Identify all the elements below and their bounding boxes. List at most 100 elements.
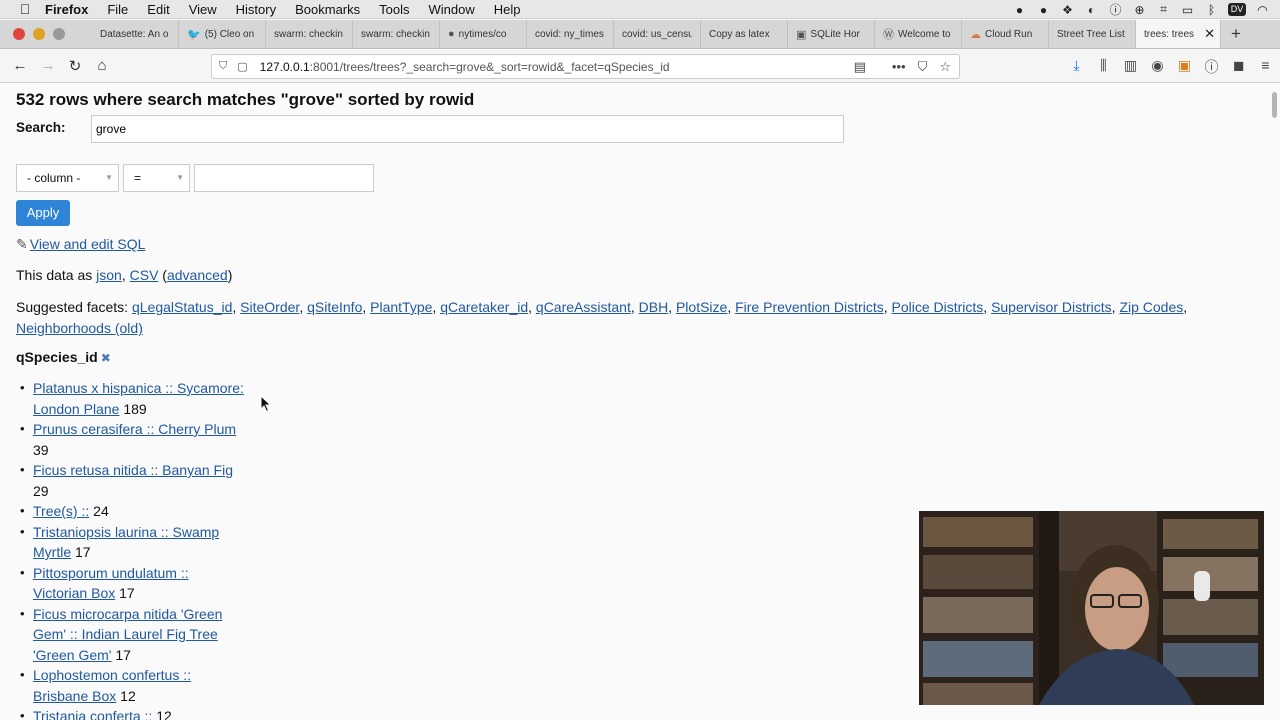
wifi-icon[interactable]: ◠	[1255, 3, 1270, 17]
tab-covid-census[interactable]: covid: us_censu	[614, 20, 701, 48]
facet-link[interactable]: Police Districts	[891, 299, 983, 315]
facet-value-link[interactable]: Lophostemon confertus :: Brisbane Box	[33, 667, 191, 704]
page-info-icon[interactable]: ▢	[237, 60, 247, 73]
facet-link[interactable]: qCaretaker_id	[440, 299, 528, 315]
minimize-window-icon[interactable]	[33, 28, 45, 40]
menu-history[interactable]: History	[236, 2, 276, 17]
reader-view-icon[interactable]: ▤	[854, 59, 866, 75]
facet-value-link[interactable]: Tree(s) ::	[33, 503, 89, 519]
menu-file[interactable]: File	[107, 2, 128, 17]
airplay-icon[interactable]: ▭	[1180, 3, 1195, 17]
shield-icon[interactable]: ⛉	[219, 60, 227, 73]
search-input[interactable]	[91, 115, 844, 143]
menu-window[interactable]: Window	[429, 2, 475, 17]
cloud-favicon-icon: ☁	[970, 28, 981, 41]
csv-link[interactable]: CSV	[130, 267, 159, 283]
tab-street-tree[interactable]: Street Tree List	[1049, 20, 1136, 48]
filter-value-input[interactable]	[194, 164, 374, 192]
tab-swarm-2[interactable]: swarm: checkin	[353, 20, 440, 48]
facet-link[interactable]: qLegalStatus_id	[132, 299, 232, 315]
tab-datasette[interactable]: Datasette: An o	[92, 20, 179, 48]
facet-link[interactable]: Neighborhoods (old)	[16, 320, 143, 336]
close-window-icon[interactable]	[13, 28, 25, 40]
facet-value-link[interactable]: Tristaniopsis laurina :: Swamp Myrtle	[33, 524, 219, 561]
facet-value-link[interactable]: Tristania conferta ::	[33, 708, 152, 720]
tab-github[interactable]: ● nytimes/co	[440, 20, 527, 48]
view-edit-sql-link[interactable]: View and edit SQL	[30, 236, 146, 252]
menu-tools[interactable]: Tools	[379, 2, 409, 17]
menu-view[interactable]: View	[189, 2, 217, 17]
data-as-prefix: This data as	[16, 267, 97, 283]
facet-value-link[interactable]: Prunus cerasifera :: Cherry Plum	[33, 421, 236, 437]
dropbox-icon[interactable]: ❖	[1060, 3, 1075, 17]
apple-icon[interactable]: 	[17, 1, 33, 17]
column-select[interactable]: - column - ▼	[16, 164, 119, 192]
facet-link[interactable]: qCareAssistant	[536, 299, 631, 315]
tab-welcome[interactable]: Ⓦ Welcome to	[875, 20, 962, 48]
bluetooth-icon[interactable]: ᛒ	[1204, 3, 1219, 17]
extension-icon-2[interactable]: ⓘ	[1203, 57, 1220, 77]
macos-menubar:  Firefox File Edit View History Bookmar…	[0, 0, 1280, 19]
hamburger-menu-icon[interactable]: ≡	[1257, 57, 1274, 77]
facet-link[interactable]: PlantType	[370, 299, 432, 315]
menu-app[interactable]: Firefox	[45, 2, 88, 17]
tab-cloud-run[interactable]: ☁ Cloud Run	[962, 20, 1049, 48]
pocket-icon[interactable]: ⛉	[918, 59, 928, 75]
tab-label: Copy as latex	[709, 28, 770, 40]
json-link[interactable]: json	[96, 267, 122, 283]
tab-sqlite[interactable]: ▣ SQLite Hor	[788, 20, 875, 48]
facet-link[interactable]: Zip Codes	[1119, 299, 1183, 315]
app-icon-7[interactable]: ⌗	[1156, 2, 1171, 17]
apply-button[interactable]: Apply	[16, 200, 70, 226]
facet-link[interactable]: qSiteInfo	[307, 299, 362, 315]
app-icon-1[interactable]: ●	[1012, 3, 1027, 17]
account-icon[interactable]: ◉	[1149, 57, 1166, 77]
download-icon[interactable]: ⤓	[1068, 57, 1085, 77]
address-host: 127.0.0.1	[259, 59, 310, 74]
app-icon-6[interactable]: ⊕	[1132, 3, 1147, 17]
address-bar[interactable]: ⛉ ▢ 127.0.0.1:8001/trees/trees?_search=g…	[211, 54, 960, 79]
info-icon[interactable]: ⓘ	[1108, 1, 1123, 18]
facet-link[interactable]: Fire Prevention Districts	[735, 299, 884, 315]
library-icon[interactable]: ⫼	[1095, 57, 1112, 77]
tab-twitter[interactable]: 🐦 (5) Cleo on	[179, 20, 266, 48]
new-tab-button[interactable]: +	[1221, 20, 1251, 48]
home-icon[interactable]: ⌂	[93, 57, 111, 74]
back-arrow-icon[interactable]: ←	[11, 57, 29, 74]
facet-link[interactable]: PlotSize	[676, 299, 727, 315]
scrollbar-thumb[interactable]	[1272, 92, 1277, 118]
search-label: Search:	[16, 120, 66, 135]
facet-link[interactable]: SiteOrder	[240, 299, 299, 315]
list-item: Lophostemon confertus :: Brisbane Box 12	[16, 665, 246, 706]
facet-value-link[interactable]: Pittosporum undulatum :: Victorian Box	[33, 565, 189, 602]
menu-help[interactable]: Help	[494, 2, 521, 17]
close-tab-icon[interactable]: ✕	[1204, 26, 1215, 42]
forward-arrow-icon[interactable]: →	[39, 57, 57, 74]
menu-bookmarks[interactable]: Bookmarks	[295, 2, 360, 17]
tab-label: covid: ny_times	[535, 28, 604, 40]
remove-facet-icon[interactable]: ✖	[101, 351, 111, 365]
more-actions-icon[interactable]: •••	[892, 59, 906, 75]
advanced-link[interactable]: advanced	[167, 267, 228, 283]
facet-count: 17	[119, 585, 135, 601]
dv-icon[interactable]: DV	[1228, 3, 1246, 16]
extension-icon-1[interactable]: ▣	[1176, 57, 1193, 77]
sidebar-icon[interactable]: ▥	[1122, 57, 1139, 77]
tab-label: Datasette: An o	[100, 28, 169, 40]
app-icon-4[interactable]: ◐	[1084, 3, 1099, 17]
facet-link[interactable]: Supervisor Districts	[991, 299, 1112, 315]
extension-icon-3[interactable]: ◼	[1230, 57, 1247, 77]
tab-covid-nytimes[interactable]: covid: ny_times	[527, 20, 614, 48]
tab-trees-active[interactable]: trees: trees ✕	[1136, 20, 1221, 48]
operator-select[interactable]: = ▼	[123, 164, 190, 192]
facet-link[interactable]: DBH	[639, 299, 669, 315]
tab-swarm-1[interactable]: swarm: checkin	[266, 20, 353, 48]
facet-value-link[interactable]: Ficus retusa nitida :: Banyan Fig	[33, 462, 233, 478]
facet-count: 24	[93, 503, 109, 519]
menu-edit[interactable]: Edit	[147, 2, 169, 17]
tab-copy-latex[interactable]: Copy as latex	[701, 20, 788, 48]
reload-icon[interactable]: ↻	[66, 57, 84, 75]
app-icon-2[interactable]: ●	[1036, 3, 1051, 17]
bookmark-star-icon[interactable]: ☆	[939, 59, 951, 75]
fullscreen-window-icon[interactable]	[53, 28, 65, 40]
